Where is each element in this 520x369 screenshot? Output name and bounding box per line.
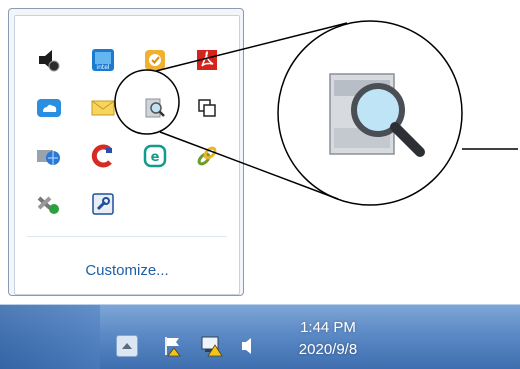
- chain-link-icon[interactable]: [193, 142, 221, 170]
- speaker-app-icon[interactable]: [35, 46, 63, 74]
- taskbar-clock[interactable]: 1:44 PM 2020/9/8: [278, 317, 378, 361]
- tray-icon-grid: intel e: [15, 16, 239, 236]
- show-hidden-icons-button[interactable]: [116, 335, 138, 357]
- tray-overflow-popup: intel e Customize...: [8, 8, 244, 296]
- action-center-flag-icon[interactable]: [160, 333, 186, 359]
- volume-icon[interactable]: [236, 335, 256, 357]
- clock-date: 2020/9/8: [298, 341, 358, 358]
- ccleaner-icon[interactable]: [89, 142, 117, 170]
- windows-copy-icon[interactable]: [193, 94, 221, 122]
- backup-app-icon[interactable]: [141, 46, 169, 74]
- zoomed-scanner-search-icon: [320, 58, 430, 168]
- tray-overflow-panel: intel e Customize...: [14, 15, 240, 295]
- wrench-tool-icon[interactable]: [89, 190, 117, 218]
- taskbar: 1:44 PM 2020/9/8: [0, 304, 520, 369]
- scanner-search-icon[interactable]: [141, 94, 169, 122]
- intel-graphics-icon[interactable]: intel: [89, 46, 117, 74]
- mail-envelope-icon[interactable]: [89, 94, 117, 122]
- network-warning-icon[interactable]: [198, 333, 226, 359]
- popup-divider: [27, 236, 227, 237]
- svg-text:intel: intel: [96, 64, 110, 71]
- customize-link[interactable]: Customize...: [15, 262, 239, 279]
- chevron-up-icon: [122, 343, 132, 349]
- network-globe-icon[interactable]: [35, 142, 63, 170]
- onedrive-cloud-icon[interactable]: [35, 94, 63, 122]
- clock-time: 1:44 PM: [300, 319, 356, 336]
- eset-icon[interactable]: e: [141, 142, 169, 170]
- svg-text:e: e: [151, 150, 160, 165]
- taskbar-left-area: [0, 305, 100, 369]
- network-cable-icon[interactable]: [35, 190, 63, 218]
- adobe-acrobat-icon[interactable]: [193, 46, 221, 74]
